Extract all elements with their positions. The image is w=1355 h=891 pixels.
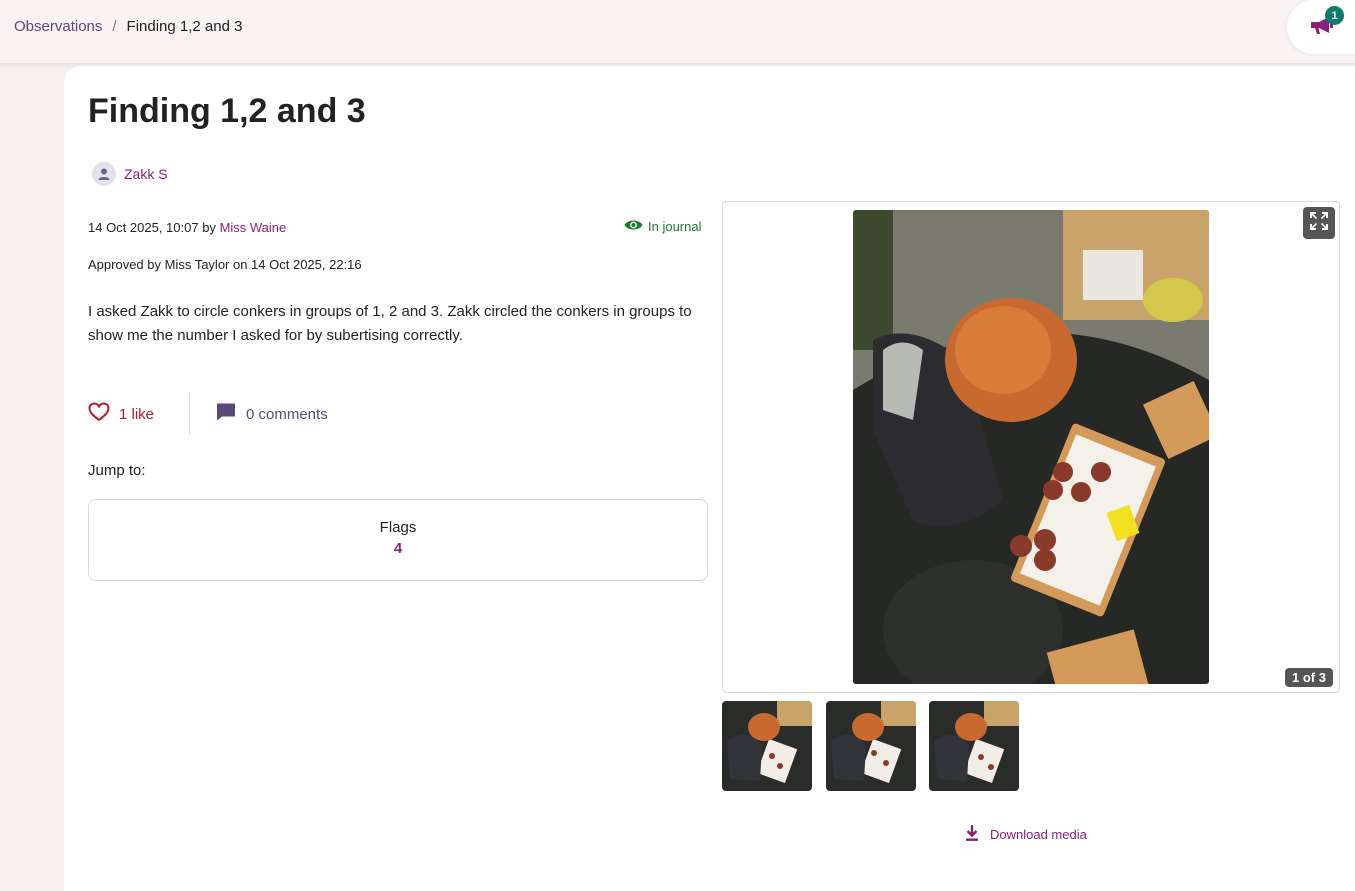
- fullscreen-button[interactable]: [1303, 207, 1335, 239]
- notification-badge: 1: [1325, 6, 1344, 25]
- flags-jump-button[interactable]: Flags 4: [88, 499, 708, 581]
- heart-icon: [88, 402, 110, 426]
- observation-photo[interactable]: [853, 210, 1209, 684]
- observation-description: I asked Zakk to circle conkers in groups…: [88, 303, 692, 344]
- approval-text: Approved by Miss Taylor on 14 Oct 2025, …: [88, 257, 362, 272]
- flags-label: Flags: [379, 519, 417, 536]
- download-media-label: Download media: [990, 827, 1087, 842]
- top-bar: Observations / Finding 1,2 and 3: [0, 0, 1355, 64]
- breadcrumb-separator: /: [112, 18, 117, 35]
- engagement-bar: 1 like 0 comments: [88, 393, 328, 435]
- breadcrumb-observations-link[interactable]: Observations: [14, 18, 102, 35]
- avatar: [92, 162, 116, 186]
- journal-status-label: In journal: [648, 219, 702, 234]
- download-media-button[interactable]: Download media: [964, 824, 1087, 845]
- breadcrumb-current: Finding 1,2 and 3: [126, 18, 243, 35]
- like-button[interactable]: 1 like: [88, 402, 189, 426]
- child-name-link[interactable]: Zakk S: [124, 166, 168, 182]
- journal-status: In journal: [624, 219, 701, 234]
- media-viewer: 1 of 3: [722, 201, 1340, 693]
- breadcrumb: Observations / Finding 1,2 and 3: [14, 18, 242, 35]
- media-thumbnail-3[interactable]: [929, 701, 1019, 791]
- divider: [189, 393, 190, 435]
- media-thumbnail-2[interactable]: [826, 701, 916, 791]
- comment-count: 0 comments: [246, 405, 328, 423]
- author-link[interactable]: Miss Waine: [220, 220, 287, 235]
- expand-icon: [1310, 211, 1328, 235]
- announcements-button[interactable]: 1: [1287, 0, 1355, 54]
- person-icon: [98, 168, 110, 180]
- comments-button[interactable]: 0 comments: [215, 402, 328, 426]
- eye-icon: [624, 219, 643, 234]
- jump-to-label: Jump to:: [88, 462, 146, 479]
- like-count: 1 like: [119, 405, 155, 423]
- media-thumbnail-1[interactable]: [722, 701, 812, 791]
- media-counter: 1 of 3: [1285, 668, 1333, 687]
- date-text: 14 Oct 2025, 10:07 by: [88, 220, 216, 235]
- page-title: Finding 1,2 and 3: [88, 92, 366, 130]
- child-tag: Zakk S: [92, 162, 168, 186]
- comment-icon: [215, 402, 237, 426]
- flags-count: 4: [393, 540, 403, 557]
- observation-date: 14 Oct 2025, 10:07 by Miss Waine: [88, 220, 286, 235]
- download-icon: [964, 824, 980, 845]
